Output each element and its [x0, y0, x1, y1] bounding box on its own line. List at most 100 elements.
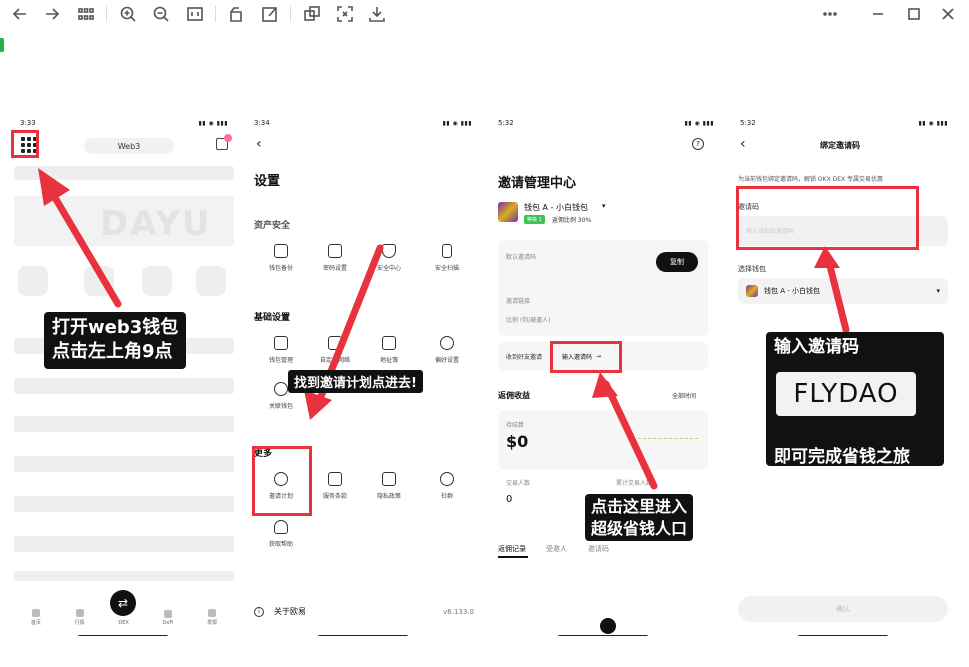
- back-icon[interactable]: ‹: [740, 136, 746, 152]
- minimize-icon[interactable]: [868, 4, 888, 24]
- tab-invite-codes[interactable]: 邀请码: [588, 544, 609, 554]
- zoom-out-icon[interactable]: [151, 4, 171, 24]
- invite-code-chip: FLYDAO: [776, 372, 916, 416]
- settings-item-network[interactable]: 自定义网络: [312, 336, 358, 364]
- wallet-name[interactable]: 钱包 A - 小白钱包: [524, 202, 588, 213]
- sliders-icon: [328, 336, 342, 350]
- forward-arrow-icon[interactable]: [42, 4, 62, 24]
- friend-code-label: 收到好友邀请: [506, 354, 543, 361]
- time-filter[interactable]: 全部时间: [672, 391, 696, 400]
- gear-icon: [440, 336, 454, 350]
- page-title: 设置: [254, 174, 281, 189]
- chevron-down-icon: ▾: [936, 287, 940, 295]
- bottom-nav: 首页 行情 DEX DeFi 发现: [14, 596, 234, 636]
- wallet-avatar: [746, 285, 758, 297]
- more-icon[interactable]: [820, 4, 840, 24]
- close-icon[interactable]: [938, 4, 958, 24]
- nav-item-market[interactable]: 行情: [75, 609, 85, 626]
- maximize-icon[interactable]: [904, 4, 924, 24]
- back-icon[interactable]: ‹: [256, 136, 262, 152]
- download-icon[interactable]: [367, 4, 387, 24]
- nav-item-discover[interactable]: 发现: [207, 609, 217, 626]
- link-icon: [274, 382, 288, 396]
- settings-item-help[interactable]: 获取帮助: [258, 520, 304, 548]
- settings-item-terms[interactable]: 服务条款: [312, 472, 358, 500]
- chevron-down-icon[interactable]: ▾: [602, 202, 606, 210]
- settings-item-scan[interactable]: 安全扫描: [424, 244, 470, 272]
- shield-icon: [382, 244, 396, 258]
- page-title: 邀请管理中心: [498, 176, 577, 191]
- description-text: 为当前钱包绑定邀请码，解锁 OKX DEX 专属交易优惠: [738, 176, 884, 183]
- status-icons: ▮▮ ◉ ▮▮▮: [684, 119, 714, 127]
- about-row[interactable]: i 关于欧易 v6.133.0: [254, 606, 474, 617]
- blurred-content: [14, 496, 234, 512]
- settings-item-wallet-manage[interactable]: 钱包管理: [258, 336, 304, 364]
- rotate-icon[interactable]: [227, 4, 247, 24]
- tab-underline: [498, 556, 528, 558]
- pen-icon: [274, 244, 288, 258]
- nav-item-dex[interactable]: DEX: [118, 610, 128, 626]
- side-marker: [0, 38, 4, 52]
- level-badge: 等级 1: [524, 215, 545, 224]
- settings-item-address-book[interactable]: 地址簿: [366, 336, 412, 364]
- lock-icon: [328, 244, 342, 258]
- version-text: v6.133.0: [443, 607, 474, 616]
- blurred-content: [14, 378, 234, 394]
- earnings-sparkline: [638, 438, 698, 439]
- back-arrow-icon[interactable]: [10, 4, 30, 24]
- status-bar: 5:32 ▮▮ ◉ ▮▮▮: [734, 116, 954, 130]
- tab-rebate-records[interactable]: 返佣记录: [498, 544, 526, 554]
- status-icons: ▮▮ ◉ ▮▮▮: [198, 119, 228, 127]
- wallet-avatar: [498, 202, 518, 222]
- trade-count-label: 交易人数: [506, 480, 531, 487]
- grid-view-icon[interactable]: [76, 4, 96, 24]
- discover-icon: [208, 609, 217, 617]
- annotation-step4-footer: 即可完成省钱之旅: [774, 447, 910, 467]
- confirm-button[interactable]: 确认: [738, 596, 948, 622]
- home-indicator: [318, 635, 408, 636]
- annotation-step4-title: 输入邀请码: [774, 337, 859, 357]
- annotation-step1: 打开web3钱包 点击左上角9点: [44, 312, 187, 369]
- status-bar: 5:32 ▮▮ ◉ ▮▮▮: [492, 116, 720, 130]
- settings-item-privacy[interactable]: 隐私政策: [366, 472, 412, 500]
- nav-item-home[interactable]: 首页: [31, 609, 41, 626]
- blurred-content: [14, 571, 234, 581]
- invite-link-label: 邀请链接: [506, 298, 531, 305]
- notification-dot: [224, 134, 232, 142]
- network-switch-pill[interactable]: Web3: [84, 138, 174, 154]
- home-indicator: [798, 635, 888, 636]
- nav-item-defi[interactable]: DeFi: [163, 610, 173, 626]
- copy-icon[interactable]: [302, 4, 322, 24]
- copy-button[interactable]: 复制: [656, 252, 698, 272]
- default-code-label: 默认邀请码: [506, 254, 537, 261]
- fullscreen-icon[interactable]: [335, 4, 355, 24]
- rebate-ratio: 返佣比例 30%: [552, 217, 592, 224]
- zoom-in-icon[interactable]: [118, 4, 138, 24]
- edit-icon[interactable]: [260, 4, 280, 24]
- book-icon: [382, 472, 396, 486]
- highlight-code-input: [736, 186, 919, 250]
- settings-item-backup[interactable]: 钱包备份: [258, 244, 304, 272]
- settings-item-password[interactable]: 密码设置: [312, 244, 358, 272]
- fit-page-icon[interactable]: [185, 4, 205, 24]
- blurred-content: [14, 456, 234, 472]
- wallet-select[interactable]: 钱包 A - 小白钱包 ▾: [738, 278, 948, 304]
- pending-label: 待结算: [506, 422, 525, 429]
- earnings-card: [498, 410, 708, 470]
- settings-item-preferences[interactable]: 偏好设置: [424, 336, 470, 364]
- wallet-icon: [274, 336, 288, 350]
- image-viewer-toolbar: [0, 0, 969, 28]
- help-icon[interactable]: ?: [692, 138, 704, 150]
- settings-item-security[interactable]: 安全中心: [366, 244, 412, 272]
- page-title: 绑定邀请码: [820, 141, 860, 150]
- status-time: 5:32: [740, 119, 756, 127]
- document-icon: [328, 472, 342, 486]
- tab-invitees[interactable]: 受邀人: [546, 544, 567, 554]
- annotation-step3: 点击这里进入 超级省钱人口: [585, 494, 694, 542]
- settings-item-community[interactable]: 社群: [424, 472, 470, 500]
- status-time: 5:32: [498, 119, 514, 127]
- highlight-nine-dots: [11, 130, 39, 158]
- blurred-shortcut: [142, 266, 172, 296]
- floating-button[interactable]: [600, 618, 616, 634]
- highlight-invite-plan: [252, 446, 312, 516]
